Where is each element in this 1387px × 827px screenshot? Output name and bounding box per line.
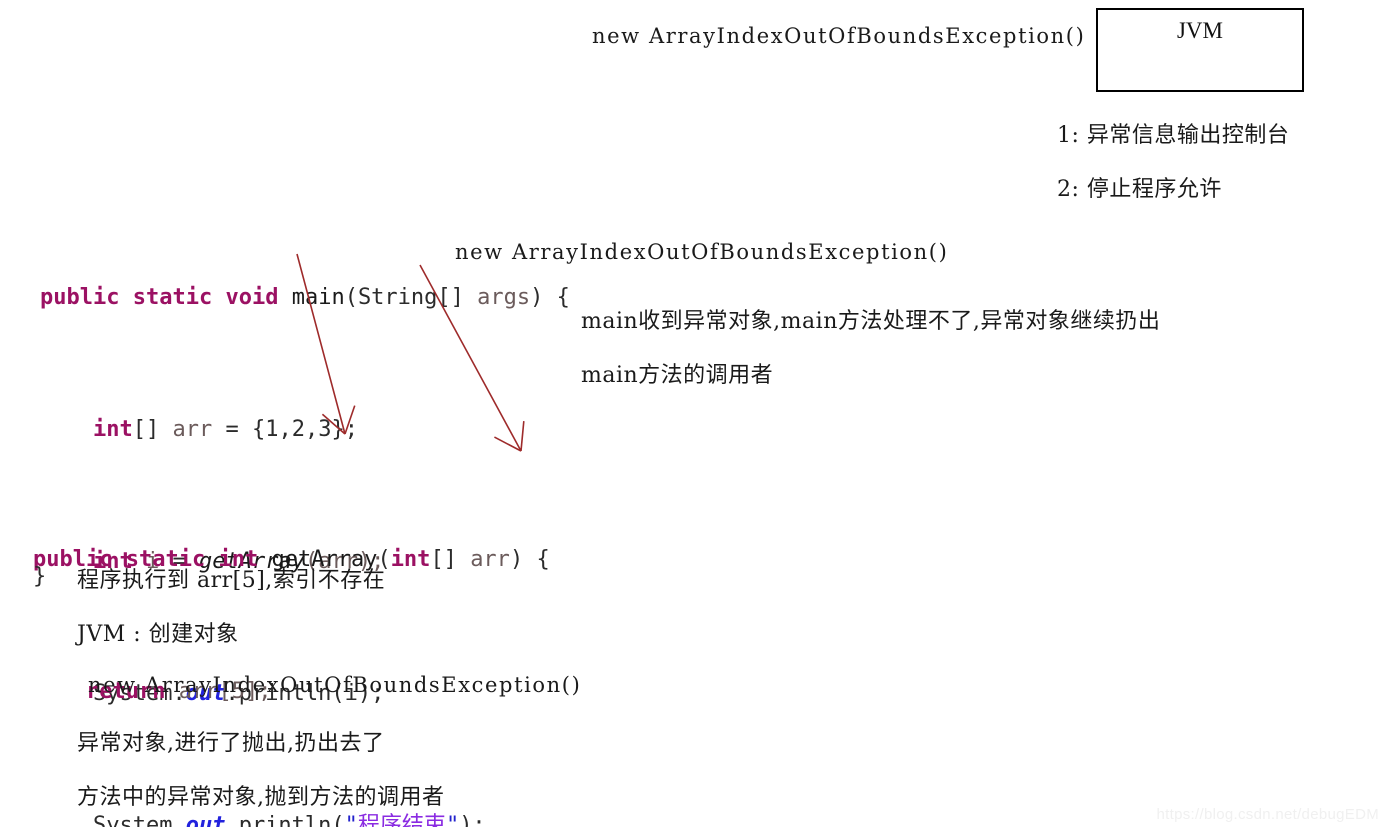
bottom-note-3: new ArrayIndexOutOfBoundsException() xyxy=(88,673,582,697)
assign-operator: = xyxy=(225,417,239,442)
jvm-action-2: 2: 停止程序允许 xyxy=(1057,177,1222,202)
paren-open: ( xyxy=(344,285,358,310)
code-line-main-signature: public static void main(String[] args) { xyxy=(40,281,570,314)
param-name-args: args xyxy=(477,285,531,310)
bottom-note-4: 异常对象,进行了抛出,扔出去了 xyxy=(77,731,385,756)
quote-open: " xyxy=(344,813,358,827)
keyword-void: void xyxy=(225,285,279,310)
brace-open: { xyxy=(536,547,550,572)
keyword-static: static xyxy=(132,285,213,310)
paren-close: ) xyxy=(530,285,544,310)
method-name-main: main xyxy=(291,285,345,310)
array-initializer: {1,2,3}; xyxy=(251,417,358,442)
keyword-int: int xyxy=(92,417,133,442)
jvm-box-label: JVM xyxy=(1176,18,1223,43)
annotation-main-rethrow: main收到异常对象,main方法处理不了,异常对象继续扔出 xyxy=(581,309,1161,334)
annotation-main-caller: main方法的调用者 xyxy=(581,363,774,388)
println-call-close: ); xyxy=(459,813,486,827)
diagram-canvas: new ArrayIndexOutOfBoundsException() JVM… xyxy=(0,0,1387,827)
param-type-string-array: String[] xyxy=(357,285,464,310)
brace-open: { xyxy=(556,285,570,310)
code-line-getarray-close: } xyxy=(33,564,47,589)
array-brackets: [] xyxy=(132,417,160,442)
paren-close: ) xyxy=(509,547,524,572)
bottom-note-2: JVM : 创建对象 xyxy=(77,622,239,647)
var-arr: arr xyxy=(172,417,213,442)
param-name-arr: arr xyxy=(470,547,510,572)
watermark-text: https://blog.csdn.net/debugEDM xyxy=(1156,806,1379,823)
string-literal: 程序结束 xyxy=(357,813,446,827)
keyword-public: public xyxy=(40,285,120,310)
bottom-note-5: 方法中的异常对象,抛到方法的调用者 xyxy=(77,785,445,810)
jvm-action-1: 1: 异常信息输出控制台 xyxy=(1057,123,1290,148)
field-out: out xyxy=(185,813,226,827)
bottom-note-1: 程序执行到 arr[5],索引不存在 xyxy=(77,568,386,593)
annotation-exception-created: new ArrayIndexOutOfBoundsException() xyxy=(455,240,949,264)
array-brackets: [] xyxy=(430,547,457,572)
println-call-open: .println( xyxy=(225,813,345,827)
top-exception-annotation: new ArrayIndexOutOfBoundsException() xyxy=(592,24,1086,48)
jvm-box: JVM xyxy=(1096,8,1304,92)
code-line-println-string: System.out.println("程序结束"); xyxy=(40,809,570,827)
system-object: System. xyxy=(92,813,186,827)
quote-close: " xyxy=(445,813,460,827)
keyword-int-param: int xyxy=(390,547,431,572)
code-line-arr-declaration: int[] arr = {1,2,3}; xyxy=(40,413,570,446)
